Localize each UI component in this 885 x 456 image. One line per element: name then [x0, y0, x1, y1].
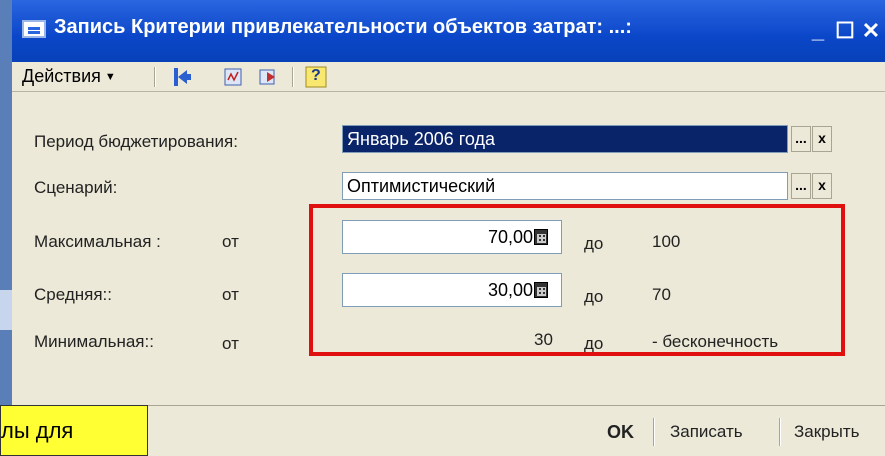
toolbar: Действия ▼ ? [12, 62, 885, 92]
window-form-icon [22, 20, 46, 38]
toolbar-separator [292, 67, 294, 87]
max-from-label: от [222, 232, 239, 251]
actions-menu-label: Действия [22, 66, 101, 86]
scenario-label: Сценарий: [34, 178, 118, 197]
document-icon[interactable] [222, 66, 244, 88]
button-separator [653, 418, 655, 446]
back-arrow-icon[interactable] [172, 66, 194, 88]
button-separator [779, 418, 781, 446]
scenario-select-button[interactable]: ... [791, 173, 811, 199]
desktop-background [0, 0, 12, 456]
period-field[interactable]: Январь 2006 года [342, 125, 788, 153]
help-glyph: ? [311, 67, 321, 84]
scenario-clear-button[interactable]: x [812, 173, 832, 199]
background-strip [0, 290, 12, 330]
annotation-text: лы для [1, 418, 74, 443]
help-icon[interactable]: ? [305, 66, 327, 88]
maximize-button[interactable]: ☐ [832, 18, 858, 44]
mid-label: Средняя:: [34, 285, 112, 304]
period-label: Период бюджетирования: [34, 132, 238, 151]
close-window-button[interactable]: ✕ [858, 18, 884, 44]
record-window: Запись Критерии привлекательности объект… [12, 0, 885, 456]
refresh-icon[interactable] [257, 66, 279, 88]
window-title: Запись Критерии привлекательности объект… [54, 16, 632, 38]
actions-menu[interactable]: Действия ▼ [22, 66, 116, 87]
toolbar-separator [154, 67, 156, 87]
max-label: Максимальная : [34, 232, 161, 251]
ok-button[interactable]: OK [607, 422, 634, 443]
save-button[interactable]: Записать [670, 422, 743, 442]
title-bar[interactable]: Запись Критерии привлекательности объект… [12, 0, 885, 62]
min-label: Минимальная:: [34, 332, 154, 351]
period-select-button[interactable]: ... [791, 126, 811, 152]
annotation-note: лы для [0, 405, 148, 456]
period-clear-button[interactable]: x [812, 126, 832, 152]
highlight-frame [309, 204, 845, 356]
dropdown-arrow-icon: ▼ [104, 71, 116, 84]
scenario-field[interactable]: Оптимистический [342, 172, 788, 200]
close-button[interactable]: Закрыть [794, 422, 859, 442]
minimize-button[interactable]: _ [805, 18, 831, 44]
min-from-label: от [222, 334, 239, 353]
mid-from-label: от [222, 285, 239, 304]
